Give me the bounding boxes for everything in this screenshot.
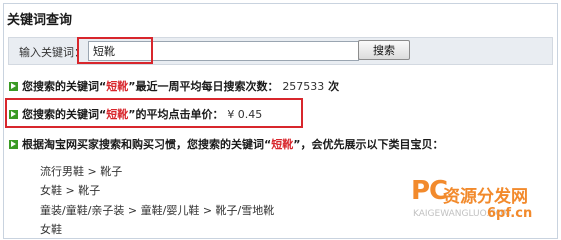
watermark-logo: PC 资源分发网 KAIGEWANGLUO.COM 6pf.cn [411, 176, 556, 232]
category-item[interactable]: 女鞋 > 靴子 [40, 182, 100, 198]
watermark-logo-mark: PC [411, 176, 448, 206]
green-arrow-icon [9, 110, 18, 119]
keyword-highlight: 短靴 [106, 80, 129, 93]
input-highlight-box [77, 37, 153, 64]
search-button[interactable]: 搜索 [358, 40, 410, 60]
result-row-categories-intro: 根据淘宝网买家搜索和购买习惯，您搜索的关键词“短靴”，会优先展示以下类目宝贝： [9, 136, 443, 152]
search-label: 输入关键词： [19, 46, 85, 59]
click-price-value: ¥ 0.45 [227, 108, 263, 121]
green-arrow-icon [9, 140, 18, 149]
search-count-value: 257533 [282, 80, 325, 93]
keyword-highlight: 短靴 [271, 138, 294, 151]
search-count-unit: 次 [328, 80, 340, 93]
keyword-highlight: 短靴 [106, 108, 129, 121]
result-row-search-count: 您搜索的关键词“短靴”最近一周平均每日搜索次数： 257533 次 [9, 78, 339, 94]
watermark-site-text: 6pf.cn [487, 206, 533, 221]
green-arrow-icon [9, 82, 18, 91]
watermark-logo-text: 资源分发网 [443, 187, 528, 207]
category-item[interactable]: 童装/童鞋/亲子装 > 童鞋/婴儿鞋 > 靴子/雪地靴 [40, 202, 274, 218]
category-item[interactable]: 女鞋 [40, 221, 62, 237]
category-item[interactable]: 流行男鞋 > 靴子 [40, 163, 122, 179]
page-title: 关键词查询 [7, 13, 73, 28]
result-row-click-price: 您搜索的关键词“短靴”的平均点击单价： ¥ 0.45 [9, 106, 262, 122]
